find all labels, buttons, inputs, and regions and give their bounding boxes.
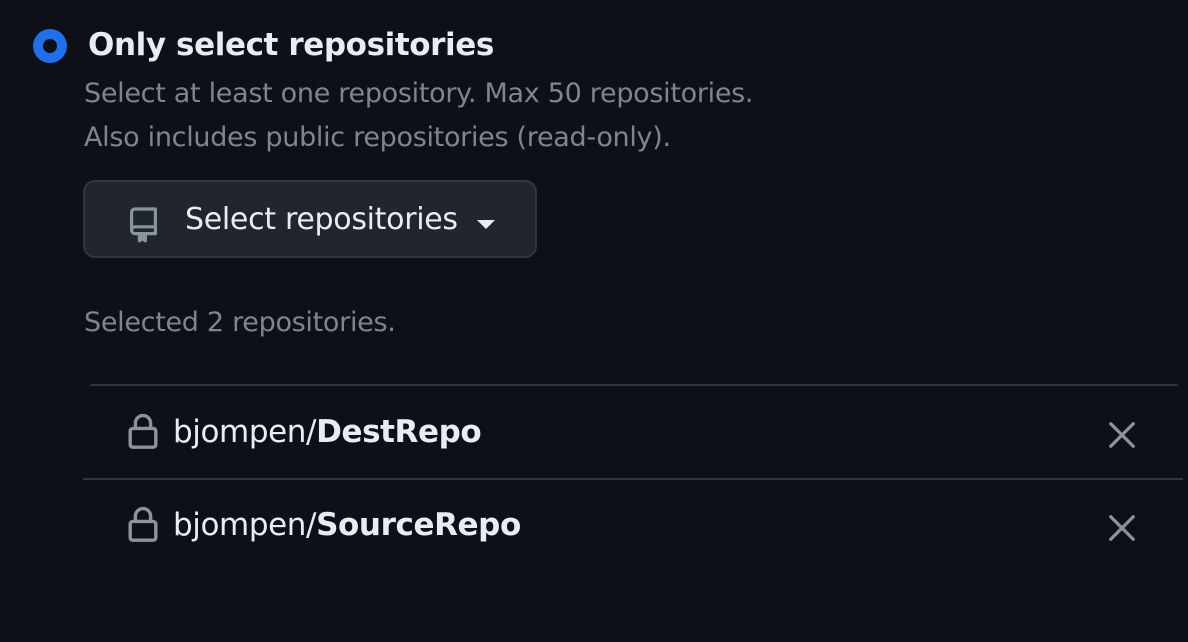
- option-description: Select at least one repository. Max 50 r…: [84, 78, 754, 109]
- radio-dot: [43, 39, 57, 53]
- option-title[interactable]: Only select repositories: [88, 27, 494, 63]
- repository-name[interactable]: bjompen/SourceRepo: [173, 507, 521, 543]
- repository-repo: SourceRepo: [316, 507, 521, 543]
- x-icon[interactable]: [1107, 420, 1137, 450]
- option-note: Also includes public repositories (read-…: [84, 122, 671, 153]
- repo-icon: [129, 207, 157, 243]
- repository-access-panel: Only select repositories Select at least…: [0, 0, 1188, 642]
- lock-icon: [128, 413, 158, 449]
- triangle-down-icon: [477, 220, 495, 229]
- repository-owner: bjompen/: [173, 414, 317, 450]
- lock-icon: [128, 506, 158, 542]
- list-top-divider: [90, 384, 1178, 386]
- select-repositories-button[interactable]: Select repositories: [83, 180, 537, 258]
- repository-name[interactable]: bjompen/DestRepo: [173, 414, 482, 450]
- list-item: bjompen/DestRepo: [83, 388, 1183, 480]
- repository-repo: DestRepo: [316, 414, 482, 450]
- repository-owner: bjompen/: [173, 507, 317, 543]
- list-item: bjompen/SourceRepo: [83, 481, 1183, 573]
- only-select-repositories-radio[interactable]: [33, 29, 67, 63]
- list-row-divider: [83, 478, 1183, 480]
- selected-count-text: Selected 2 repositories.: [84, 307, 396, 338]
- select-repositories-label: Select repositories: [185, 202, 458, 237]
- x-icon[interactable]: [1107, 513, 1137, 543]
